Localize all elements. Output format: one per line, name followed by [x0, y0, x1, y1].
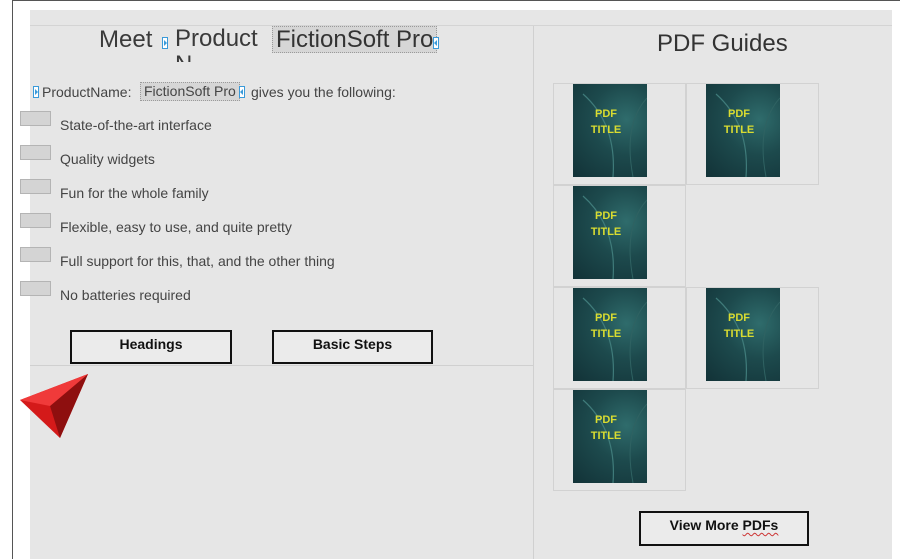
section-divider: [30, 365, 533, 366]
pdf-cover-line1: PDF: [595, 414, 617, 426]
pdf-cover-line2: TITLE: [590, 124, 622, 136]
pdf-cover[interactable]: PDF TITLE: [573, 186, 647, 279]
pdf-cover-line2: TITLE: [590, 226, 622, 238]
column-divider: [533, 26, 534, 559]
feature-item: Quality widgets: [60, 151, 155, 167]
pdf-cover[interactable]: PDF TITLE: [573, 84, 647, 177]
page-title-meet: Meet: [99, 26, 153, 53]
feature-item: Flexible, easy to use, and quite pretty: [60, 219, 292, 235]
pdf-guides-heading: PDF Guides: [657, 30, 788, 57]
product-name-field-title[interactable]: FictionSoft Pro: [272, 26, 438, 53]
feature-item: Fun for the whole family: [60, 185, 209, 201]
pdf-cover-line2: TITLE: [723, 328, 755, 340]
pdf-cover-line2: TITLE: [723, 124, 755, 136]
pdf-cover-line1: PDF: [595, 210, 617, 222]
feature-item: State-of-the-art interface: [60, 117, 212, 133]
intro-label: ProductName:: [42, 84, 132, 100]
pdf-cover-line2: TITLE: [590, 328, 622, 340]
red-arrow-cursor-icon: [20, 374, 88, 438]
pdf-cover[interactable]: PDF TITLE: [573, 390, 647, 483]
intro-suffix-text: gives you the following:: [251, 84, 396, 100]
view-more-label: View More: [669, 517, 743, 533]
feature-checkbox[interactable]: [20, 281, 51, 296]
pdf-cover-line1: PDF: [595, 108, 617, 120]
page-title-product: Product: [175, 25, 258, 52]
view-more-label-pdfs: PDFs: [742, 517, 779, 533]
tag-close-marker-icon: [433, 37, 439, 49]
pdf-cover-line1: PDF: [728, 108, 750, 120]
pdf-cover[interactable]: PDF TITLE: [706, 288, 780, 381]
pdf-cover-line1: PDF: [728, 312, 750, 324]
pdf-cover[interactable]: PDF TITLE: [573, 288, 647, 381]
pdf-cover-line1: PDF: [595, 312, 617, 324]
headings-button[interactable]: Headings: [70, 330, 232, 364]
page-title-overflow: N: [175, 52, 195, 62]
basic-steps-button[interactable]: Basic Steps: [272, 330, 433, 364]
feature-checkbox[interactable]: [20, 145, 51, 160]
product-name-field-inline[interactable]: FictionSoft Pro: [140, 82, 240, 101]
tag-open-marker-icon: [33, 86, 39, 98]
feature-item: No batteries required: [60, 287, 191, 303]
tag-open-marker-icon: [162, 37, 168, 49]
top-rule: [30, 25, 892, 26]
feature-checkbox[interactable]: [20, 247, 51, 262]
pdf-cover-line2: TITLE: [590, 430, 622, 442]
feature-checkbox[interactable]: [20, 213, 51, 228]
tag-close-marker-icon: [239, 86, 245, 98]
feature-checkbox[interactable]: [20, 111, 51, 126]
pdf-cover[interactable]: PDF TITLE: [706, 84, 780, 177]
feature-checkbox[interactable]: [20, 179, 51, 194]
feature-item: Full support for this, that, and the oth…: [60, 253, 335, 269]
view-more-pdfs-button[interactable]: View More PDFs: [639, 511, 809, 546]
